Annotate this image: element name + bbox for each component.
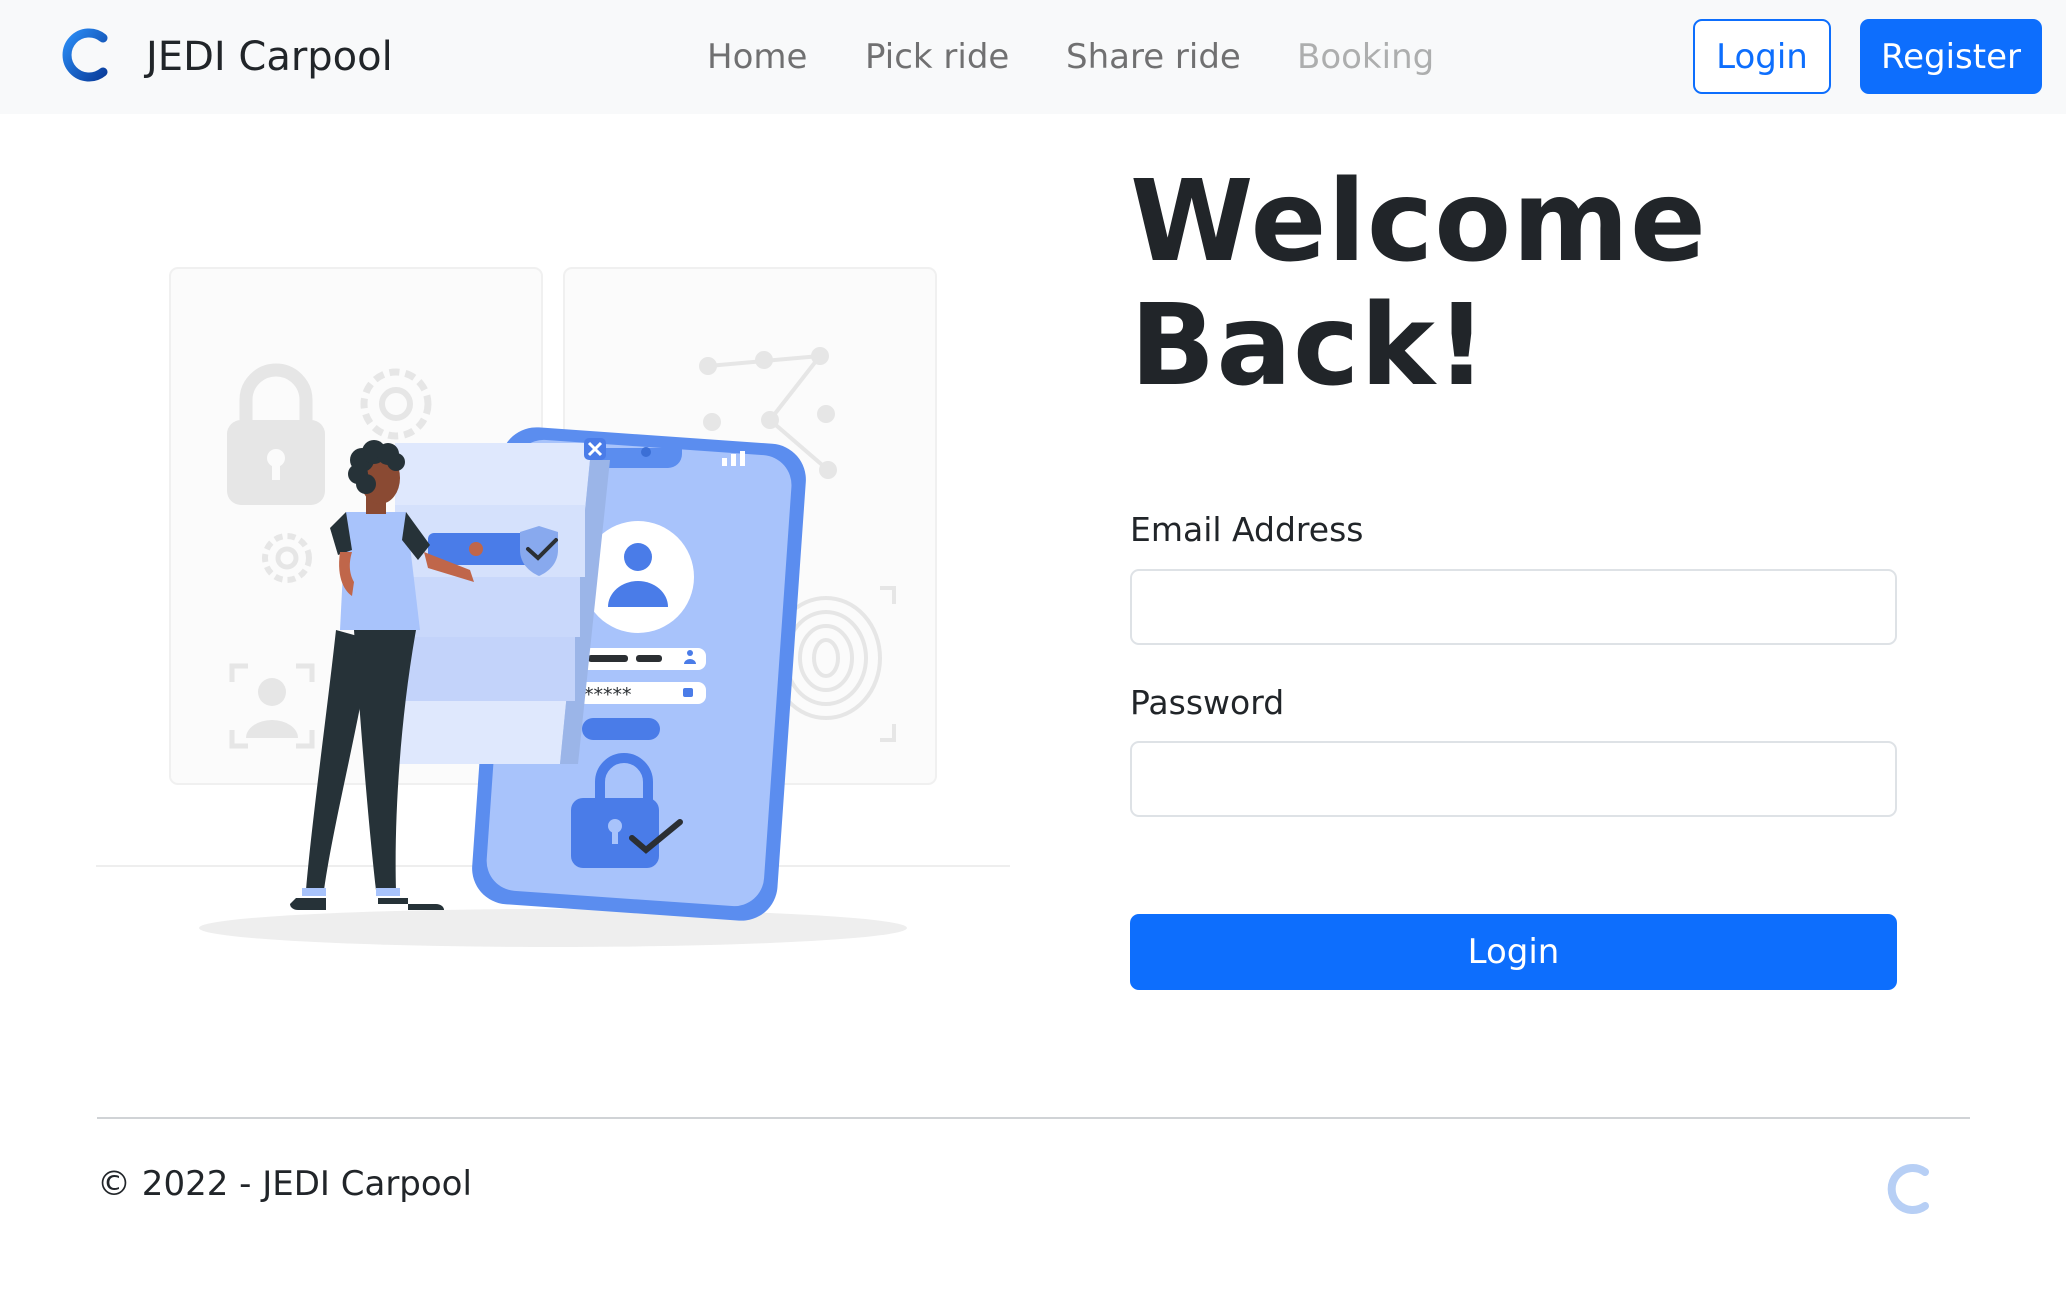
- password-label: Password: [1130, 683, 1285, 722]
- secure-login-illustration-icon: *****: [96, 267, 1010, 947]
- nav-link-home[interactable]: Home: [707, 32, 807, 82]
- navbar: JEDI Carpool Home Pick ride Share ride B…: [0, 0, 2066, 114]
- nav-register-button[interactable]: Register: [1860, 19, 2042, 94]
- nav-link-pick-ride[interactable]: Pick ride: [865, 32, 1009, 82]
- welcome-heading: Welcome Back!: [1130, 157, 1707, 411]
- copyright-text: © 2022 - JEDI Carpool: [97, 1164, 472, 1204]
- email-input[interactable]: [1130, 569, 1897, 645]
- nav-login-button[interactable]: Login: [1693, 19, 1831, 94]
- nav-link-booking: Booking: [1297, 37, 1435, 77]
- svg-text:*****: *****: [584, 684, 632, 706]
- footer-divider: [97, 1117, 1970, 1119]
- carpool-logo-icon[interactable]: [60, 28, 110, 82]
- carpool-logo-icon[interactable]: [1884, 1162, 1932, 1216]
- email-label: Email Address: [1130, 510, 1364, 549]
- password-input[interactable]: [1130, 741, 1897, 817]
- login-submit-button[interactable]: Login: [1130, 914, 1897, 990]
- nav-link-share-ride[interactable]: Share ride: [1066, 32, 1241, 82]
- brand-name[interactable]: JEDI Carpool: [146, 30, 393, 84]
